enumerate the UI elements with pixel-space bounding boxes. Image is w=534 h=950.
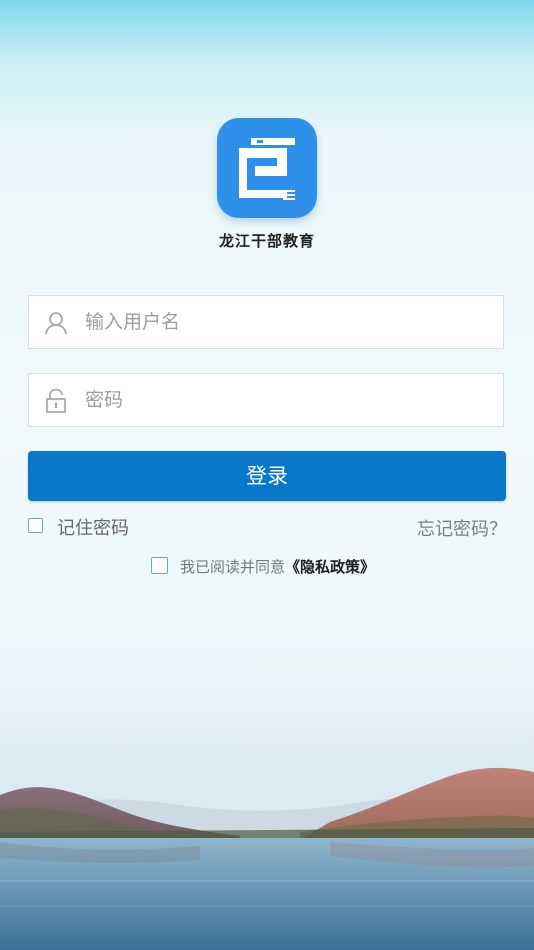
lake-landscape-background (0, 767, 534, 950)
username-field[interactable] (28, 295, 504, 349)
app-logo-icon (239, 138, 295, 200)
password-field[interactable] (28, 373, 504, 427)
app-name: 龙江干部教育 (218, 232, 315, 250)
username-input[interactable] (85, 296, 485, 348)
password-input[interactable] (85, 374, 485, 426)
app-logo (217, 118, 317, 218)
remember-password-checkbox[interactable] (28, 518, 43, 533)
user-icon (44, 310, 68, 336)
agree-policy-checkbox[interactable] (151, 557, 168, 574)
agreement-text: 我已阅读并同意《隐私政策》 (180, 556, 375, 577)
lock-icon (44, 388, 68, 414)
agreement-prefix: 我已阅读并同意 (180, 558, 286, 576)
privacy-policy-link[interactable]: 《隐私政策》 (285, 558, 375, 576)
forgot-password-link[interactable]: 忘记密码？ (417, 515, 507, 541)
remember-password-label: 记住密码 (57, 518, 129, 539)
login-button[interactable]: 登录 (28, 451, 506, 501)
